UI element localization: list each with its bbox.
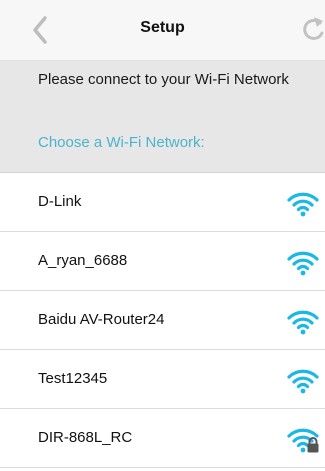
wifi-icon bbox=[287, 251, 319, 276]
setup-screen: Setup Please connect to your Wi-Fi Netwo… bbox=[0, 0, 325, 471]
wifi-icon bbox=[287, 192, 319, 217]
choose-network-heading: Choose a Wi-Fi Network: bbox=[38, 134, 205, 151]
refresh-icon bbox=[303, 17, 324, 40]
network-name: DIR-868L_RC bbox=[38, 429, 133, 446]
instruction-text: Please connect to your Wi-Fi Network bbox=[38, 71, 289, 88]
network-name: A_ryan_6688 bbox=[38, 252, 128, 269]
network-row[interactable]: Test12345 bbox=[0, 350, 325, 409]
wifi-icon bbox=[287, 310, 319, 335]
network-row[interactable]: D-Link bbox=[0, 173, 325, 232]
wifi-icon bbox=[287, 369, 319, 394]
network-row[interactable]: A_ryan_6688 bbox=[0, 232, 325, 291]
network-name: Test12345 bbox=[38, 370, 108, 387]
network-list: D-Link A_ryan_6688 Baidu AV-Router24 Tes… bbox=[0, 173, 325, 468]
refresh-button[interactable] bbox=[300, 14, 325, 46]
network-name: Baidu AV-Router24 bbox=[38, 311, 165, 328]
network-row[interactable]: Baidu AV-Router24 bbox=[0, 291, 325, 350]
navigation-bar: Setup bbox=[0, 0, 325, 61]
wifi-lock-icon bbox=[287, 428, 319, 453]
network-name: D-Link bbox=[38, 193, 82, 210]
page-title: Setup bbox=[140, 19, 185, 36]
instructions-panel: Please connect to your Wi-Fi Network Cho… bbox=[0, 61, 325, 173]
network-row[interactable]: DIR-868L_RC bbox=[0, 409, 325, 468]
